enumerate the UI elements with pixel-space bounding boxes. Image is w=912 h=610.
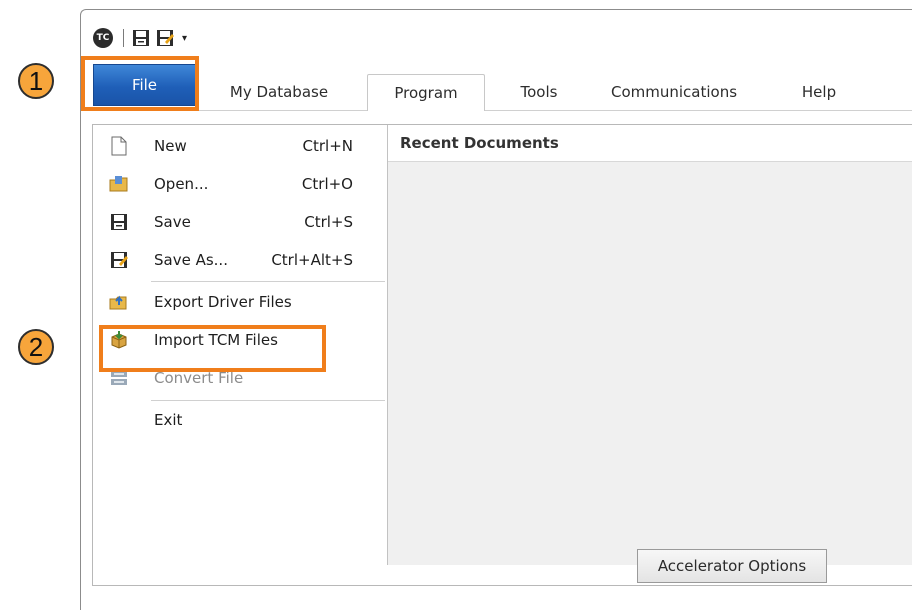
menu-item-label: Save <box>154 213 191 231</box>
menu-item-new[interactable]: New Ctrl+N <box>93 127 385 165</box>
callout-step-1: 1 <box>18 63 54 99</box>
app-logo-icon[interactable]: TC <box>93 28 113 48</box>
tab-tools[interactable]: Tools <box>499 74 579 110</box>
menu-item-convert-file: Convert File <box>93 359 385 397</box>
file-menu-backstage: New Ctrl+N Open... Ctrl+O Save Ctrl+S Sa… <box>92 124 912 586</box>
menu-item-save[interactable]: Save Ctrl+S <box>93 203 385 241</box>
tab-my-database[interactable]: My Database <box>209 74 349 110</box>
menu-item-shortcut: Ctrl+S <box>304 213 353 231</box>
menu-item-shortcut: Ctrl+O <box>301 175 353 193</box>
convert-icon <box>109 368 129 388</box>
save-icon[interactable] <box>132 29 150 47</box>
tab-file[interactable]: File <box>93 64 196 106</box>
menu-item-shortcut: Ctrl+Alt+S <box>271 251 353 269</box>
menu-separator <box>151 281 385 282</box>
menu-item-export-driver-files[interactable]: Export Driver Files <box>93 283 385 321</box>
menu-item-shortcut: Ctrl+N <box>302 137 353 155</box>
menu-item-label: Open... <box>154 175 209 193</box>
export-icon <box>109 292 129 312</box>
new-file-icon <box>109 136 129 156</box>
ribbon-tab-baseline <box>81 110 912 111</box>
customize-dropdown-icon[interactable]: ▾ <box>182 33 187 44</box>
menu-item-label: Convert File <box>154 369 244 387</box>
menu-item-label: Import TCM Files <box>154 331 278 349</box>
save-icon <box>109 212 129 232</box>
recent-documents-header: Recent Documents <box>388 125 912 162</box>
quick-access-toolbar: TC ▾ <box>93 26 187 50</box>
file-menu-list: New Ctrl+N Open... Ctrl+O Save Ctrl+S Sa… <box>93 125 388 565</box>
accelerator-options-button[interactable]: Accelerator Options <box>637 549 827 583</box>
tab-communications[interactable]: Communications <box>589 74 759 110</box>
save-as-icon <box>109 250 129 270</box>
ribbon-tabs: File My Database Program Tools Communica… <box>81 60 912 112</box>
save-as-icon[interactable] <box>156 29 174 47</box>
open-folder-icon <box>109 174 129 194</box>
menu-item-label: Save As... <box>154 251 228 269</box>
menu-item-label: Exit <box>154 411 183 429</box>
menu-item-exit[interactable]: Exit <box>93 401 385 439</box>
tab-help[interactable]: Help <box>781 74 857 110</box>
toolbar-divider <box>123 29 124 47</box>
import-package-icon <box>109 330 129 350</box>
menu-item-label: New <box>154 137 187 155</box>
tab-program[interactable]: Program <box>367 74 485 111</box>
app-window: TC ▾ File My Database Program Tools Comm… <box>80 9 912 610</box>
recent-documents-panel: Recent Documents <box>388 125 912 565</box>
menu-item-label: Export Driver Files <box>154 293 292 311</box>
menu-item-open[interactable]: Open... Ctrl+O <box>93 165 385 203</box>
menu-item-import-tcm-files[interactable]: Import TCM Files <box>93 321 385 359</box>
callout-step-2: 2 <box>18 329 54 365</box>
menu-item-save-as[interactable]: Save As... Ctrl+Alt+S <box>93 241 385 279</box>
